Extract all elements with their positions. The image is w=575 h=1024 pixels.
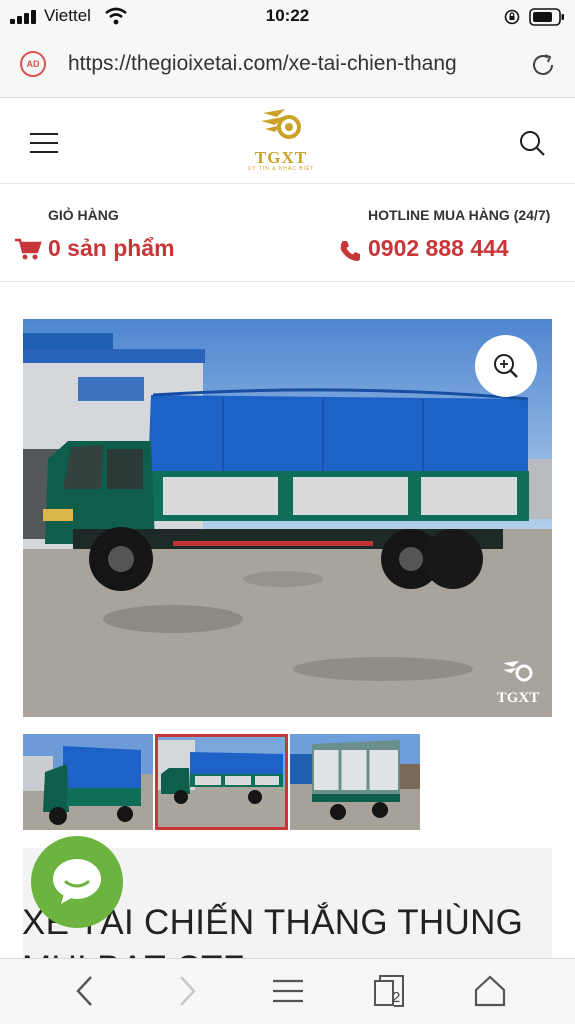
phone-icon [340, 241, 360, 261]
cart-hotline-bar: GIỎ HÀNG 0 sản phẩm HOTLINE MUA HÀNG (24… [0, 185, 575, 282]
chat-icon [53, 859, 101, 904]
chat-button[interactable] [31, 836, 123, 928]
truck-photo [23, 319, 552, 717]
back-icon[interactable] [68, 973, 104, 1009]
product-thumbnail-1[interactable] [23, 734, 153, 830]
site-header: TGXT UY TÍN & KHÁC BIỆT [0, 99, 575, 184]
url-text[interactable]: https://thegioixetai.com/xe-tai-chien-th… [68, 52, 518, 76]
thumbnail-image [155, 734, 288, 830]
thumbnail-image [23, 734, 153, 830]
watermark-logo-icon [503, 661, 533, 682]
hotline-label: HOTLINE MUA HÀNG (24/7) [368, 207, 551, 223]
menu-icon[interactable] [30, 133, 58, 153]
tabs-icon [374, 975, 404, 1007]
forward-icon[interactable] [168, 973, 204, 1009]
thumbnail-image [290, 734, 420, 830]
battery-icon [529, 8, 564, 26]
home-icon[interactable] [472, 973, 508, 1009]
cart-icon[interactable] [14, 237, 42, 261]
watermark-text: TGXT [496, 690, 540, 706]
tab-count: 2 [392, 989, 401, 1006]
reload-icon[interactable] [528, 50, 558, 80]
browser-address-bar[interactable]: AD https://thegioixetai.com/xe-tai-chien… [0, 34, 575, 98]
zoom-button[interactable] [475, 335, 537, 397]
cart-label: GIỎ HÀNG [48, 207, 119, 223]
product-thumbnail-2[interactable] [155, 734, 288, 830]
image-watermark: TGXT [493, 659, 543, 707]
clock-time: 10:22 [265, 6, 310, 25]
search-icon[interactable] [518, 129, 546, 157]
tabs-button[interactable]: 2 [372, 973, 408, 1009]
cart-count-link[interactable]: 0 sản phẩm [48, 235, 175, 262]
lock-rotation-icon [504, 9, 520, 25]
status-bar: Viettel 10:22 [0, 0, 575, 34]
product-main-image[interactable]: TGXT [23, 319, 552, 717]
hotline-number-link[interactable]: 0902 888 444 [368, 235, 509, 262]
product-thumbnail-3[interactable] [290, 734, 420, 830]
logo-mark-icon [261, 109, 301, 139]
zoom-icon [494, 354, 518, 378]
menu-icon[interactable] [270, 973, 306, 1009]
ad-block-icon[interactable]: AD [20, 51, 46, 77]
logo-tagline: UY TÍN & KHÁC BIỆT [247, 166, 315, 172]
browser-toolbar: 2 [0, 958, 575, 1024]
site-logo[interactable]: TGXT UY TÍN & KHÁC BIỆT [236, 105, 326, 177]
logo-text: TGXT [254, 148, 308, 167]
